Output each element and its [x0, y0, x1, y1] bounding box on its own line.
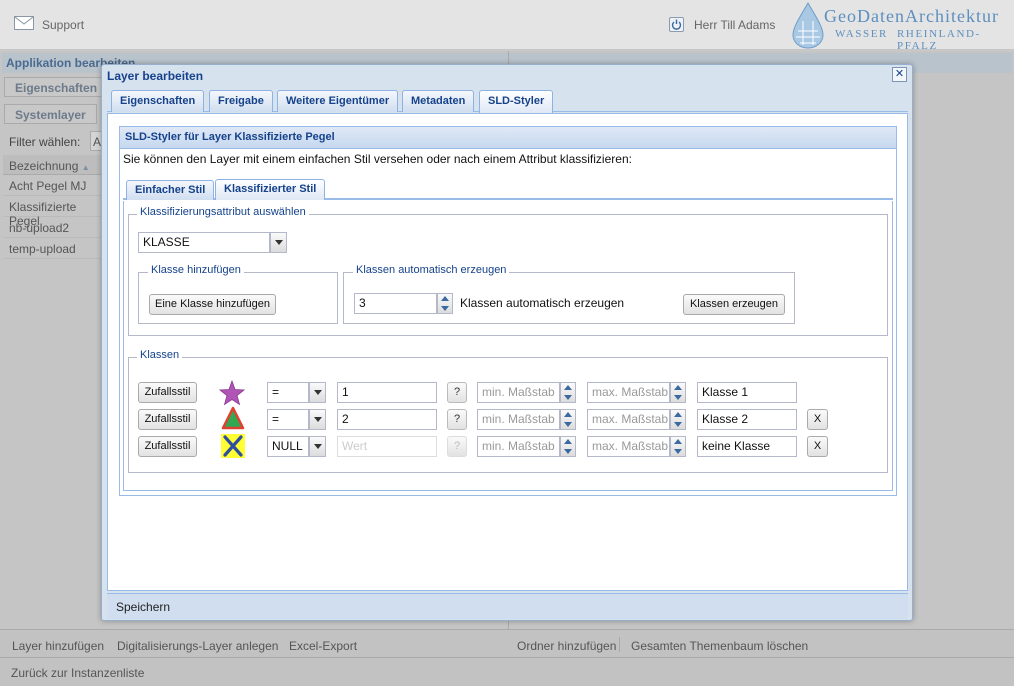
column-header-bezeichnung[interactable]: Bezeichnung ▲: [3, 155, 103, 175]
generate-classes-button[interactable]: Klassen erzeugen: [683, 294, 785, 315]
tab-klassifizierter-stil[interactable]: Klassifizierter Stil: [215, 179, 326, 200]
max-scale-spinner-icon[interactable]: [670, 436, 686, 457]
dialog-tabbar: Eigenschaften Freigabe Weitere Eigentüme…: [107, 88, 908, 113]
dialog-footer: Speichern: [107, 593, 908, 619]
support-label: Support: [42, 17, 85, 32]
star-icon[interactable]: [218, 379, 246, 409]
sort-asc-icon: ▲: [81, 163, 90, 172]
auto-classes-legend: Klassen automatisch erzeugen: [353, 264, 510, 276]
help-button[interactable]: ?: [447, 382, 467, 403]
logo-sub1: WASSER: [835, 28, 888, 40]
logo-title: GeoDatenArchitektur: [824, 6, 999, 26]
bg-tab-eigenschaften[interactable]: Eigenschaften: [4, 77, 109, 97]
attribute-legend: Klassifizierungsattribut auswählen: [137, 206, 309, 218]
chevron-down-icon[interactable]: [309, 436, 326, 457]
class-name-input[interactable]: Klasse 1: [697, 382, 797, 403]
sld-styler-panel: SLD-Styler für Layer Klassifizierte Pege…: [119, 126, 897, 496]
auto-classes-text: Klassen automatisch erzeugen: [460, 296, 625, 310]
remove-class-button[interactable]: X: [807, 436, 828, 457]
digitize-layer-button[interactable]: Digitalisierungs-Layer anlegen: [117, 639, 278, 653]
mail-icon: [14, 16, 34, 33]
remove-class-button[interactable]: X: [807, 409, 828, 430]
min-scale-input[interactable]: min. Maßstab: [477, 382, 560, 403]
support-link[interactable]: Support: [14, 16, 84, 33]
help-button[interactable]: ?: [447, 436, 467, 457]
tab-freigabe[interactable]: Freigabe: [209, 90, 273, 112]
column-header-label: Bezeichnung: [9, 159, 79, 173]
tab-metadaten[interactable]: Metadaten: [402, 90, 475, 112]
add-class-legend: Klasse hinzufügen: [148, 264, 244, 276]
random-style-button[interactable]: Zufallsstil: [138, 409, 197, 430]
class-name-input[interactable]: keine Klasse: [697, 436, 797, 457]
layer-edit-dialog: Layer bearbeiten ✕ Eigenschaften Freigab…: [101, 64, 913, 621]
operator-select[interactable]: =: [267, 409, 309, 430]
separator: [619, 637, 620, 652]
classified-style-body: Klassifizierungsattribut auswählen KLASS…: [123, 201, 893, 491]
max-scale-input[interactable]: max. Maßstab: [587, 409, 670, 430]
tab-einfacher-stil[interactable]: Einfacher Stil: [126, 180, 215, 200]
bottom-toolbar: Layer hinzufügen Digitalisierungs-Layer …: [0, 629, 1014, 657]
add-layer-button[interactable]: Layer hinzufügen: [12, 639, 104, 653]
max-scale-spinner-icon[interactable]: [670, 382, 686, 403]
dialog-body: SLD-Styler für Layer Klassifizierte Pege…: [107, 113, 908, 591]
operator-select[interactable]: NULL: [267, 436, 309, 457]
tab-eigenschaften[interactable]: Eigenschaften: [111, 90, 205, 112]
class-name-input[interactable]: Klasse 2: [697, 409, 797, 430]
min-scale-spinner-icon[interactable]: [560, 409, 576, 430]
chevron-down-icon[interactable]: [309, 382, 326, 403]
bottom-nav: Zurück zur Instanzenliste: [0, 657, 1014, 686]
max-scale-spinner-icon[interactable]: [670, 409, 686, 430]
user-area: Herr Till Adams: [669, 17, 775, 32]
operator-select[interactable]: =: [267, 382, 309, 403]
drop-logo-icon: [792, 1, 824, 49]
min-scale-input[interactable]: min. Maßstab: [477, 436, 560, 457]
add-class-button[interactable]: Eine Klasse hinzufügen: [149, 294, 276, 315]
top-header: Support Herr Till Adams GeoDatenArchitek…: [0, 0, 1014, 52]
max-scale-input[interactable]: max. Maßstab: [587, 382, 670, 403]
save-button[interactable]: Speichern: [116, 600, 170, 614]
triangle-icon[interactable]: [221, 406, 245, 433]
chevron-down-icon[interactable]: [270, 232, 287, 253]
close-icon[interactable]: ✕: [892, 67, 907, 82]
dialog-title: Layer bearbeiten: [107, 69, 204, 83]
help-button[interactable]: ?: [447, 409, 467, 430]
power-icon[interactable]: [669, 17, 684, 32]
classes-legend: Klassen: [137, 349, 183, 361]
attribute-select[interactable]: KLASSE: [138, 232, 270, 253]
excel-export-button[interactable]: Excel-Export: [289, 639, 357, 653]
tab-weitere-eigentuemer[interactable]: Weitere Eigentümer: [277, 90, 399, 112]
bg-tab-systemlayer[interactable]: Systemlayer: [4, 104, 97, 124]
logo: GeoDatenArchitektur WASSER RHEINLAND-PFA…: [790, 1, 1014, 52]
style-subtabs: Einfacher Stil Klassifizierter Stil: [123, 175, 893, 200]
layer-row[interactable]: temp-upload: [3, 239, 103, 259]
logo-sub2: RHEINLAND-PFALZ: [897, 28, 981, 52]
chevron-down-icon[interactable]: [309, 409, 326, 430]
tab-sld-styler[interactable]: SLD-Styler: [479, 90, 554, 113]
add-folder-button[interactable]: Ordner hinzufügen: [517, 639, 616, 653]
random-style-button[interactable]: Zufallsstil: [138, 382, 197, 403]
user-name: Herr Till Adams: [694, 17, 776, 32]
x-icon[interactable]: [221, 434, 245, 458]
layer-row[interactable]: Klassifizierte Pegel: [3, 197, 103, 228]
delete-tree-button[interactable]: Gesamten Themenbaum löschen: [631, 639, 808, 653]
layer-row[interactable]: Acht Pegel MJ: [3, 176, 103, 196]
filter-label: Filter wählen:: [9, 135, 81, 149]
max-scale-input[interactable]: max. Maßstab: [587, 436, 670, 457]
count-spinner-icon[interactable]: [437, 293, 453, 314]
min-scale-input[interactable]: min. Maßstab: [477, 409, 560, 430]
min-scale-spinner-icon[interactable]: [560, 382, 576, 403]
min-scale-spinner-icon[interactable]: [560, 436, 576, 457]
random-style-button[interactable]: Zufallsstil: [138, 436, 197, 457]
class-value-input[interactable]: Wert: [337, 436, 437, 457]
panel-intro: Sie können den Layer mit einem einfachen…: [123, 152, 632, 166]
panel-title: SLD-Styler für Layer Klassifizierte Pege…: [120, 127, 896, 149]
class-value-input[interactable]: 2: [337, 409, 437, 430]
class-value-input[interactable]: 1: [337, 382, 437, 403]
layer-row[interactable]: nb-upload2: [3, 218, 103, 238]
back-to-instances-link[interactable]: Zurück zur Instanzenliste: [11, 666, 144, 680]
class-count-input[interactable]: 3: [354, 293, 437, 314]
